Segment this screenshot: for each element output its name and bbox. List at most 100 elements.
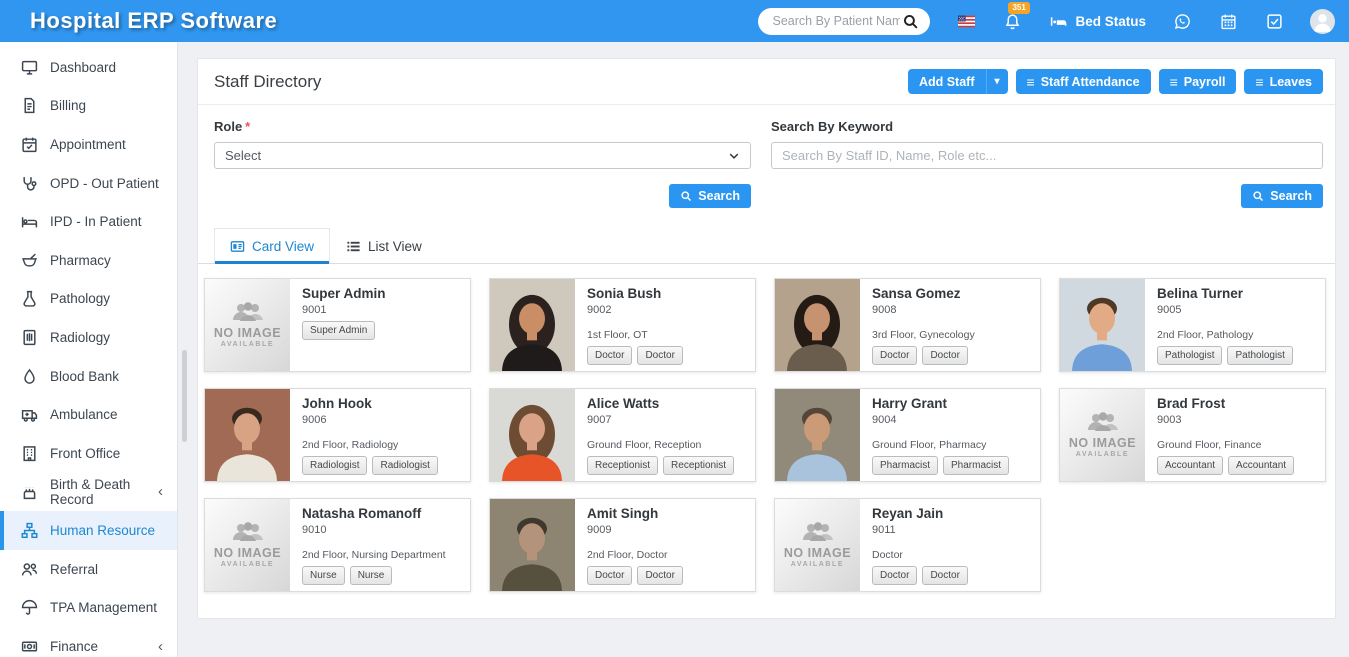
sidebar-item-pharmacy[interactable]: Pharmacy xyxy=(0,241,177,280)
sidebar-item-ambulance[interactable]: Ambulance xyxy=(0,395,177,434)
flask-icon xyxy=(21,290,38,307)
staff-card-9007[interactable]: Alice Watts 9007 Ground Floor, Reception… xyxy=(489,388,756,482)
staff-card-9005[interactable]: Belina Turner 9005 2nd Floor, Pathology … xyxy=(1059,278,1326,372)
sidebar: Dashboard Billing Appointment OPD - Out … xyxy=(0,42,178,657)
staff-card-9010[interactable]: NO IMAGE AVAILABLE Natasha Romanoff 9010… xyxy=(204,498,471,592)
staff-photo xyxy=(490,499,575,591)
role-badge: Doctor xyxy=(637,566,682,585)
staff-role-badges: RadiologistRadiologist xyxy=(302,456,460,475)
required-mark: * xyxy=(245,119,250,134)
staff-name: Sonia Bush xyxy=(587,286,745,301)
role-badge: Doctor xyxy=(872,346,917,365)
chevron-left-icon: ‹ xyxy=(158,638,177,655)
sidebar-item-human-resource[interactable]: Human Resource xyxy=(0,511,177,550)
role-badge: Nurse xyxy=(350,566,393,585)
staff-name: John Hook xyxy=(302,396,460,411)
tab-card-view[interactable]: Card View xyxy=(214,228,330,263)
staff-name: Reyan Jain xyxy=(872,506,1030,521)
sidebar-item-billing[interactable]: Billing xyxy=(0,87,177,126)
language-flag-icon[interactable] xyxy=(956,11,976,31)
staff-card-9001[interactable]: NO IMAGE AVAILABLE Super Admin 9001 Supe… xyxy=(204,278,471,372)
chevron-down-icon xyxy=(728,150,740,162)
search-button-label: Search xyxy=(1270,189,1312,203)
building-icon xyxy=(21,445,38,462)
staff-attendance-button[interactable]: ≡Staff Attendance xyxy=(1016,69,1151,94)
role-badge: Doctor xyxy=(587,566,632,585)
search-button-label: Search xyxy=(698,189,740,203)
role-badge: Doctor xyxy=(637,346,682,365)
role-badge: Doctor xyxy=(922,566,967,585)
sidebar-item-opd-out-patient[interactable]: OPD - Out Patient xyxy=(0,164,177,203)
sidebar-item-appointment[interactable]: Appointment xyxy=(0,125,177,164)
staff-id: 9001 xyxy=(302,304,460,316)
staff-name: Belina Turner xyxy=(1157,286,1315,301)
card-view-label: Card View xyxy=(252,239,314,254)
staff-card-9008[interactable]: Sansa Gomez 9008 3rd Floor, Gynecology D… xyxy=(774,278,1041,372)
keyword-search-input[interactable] xyxy=(771,142,1323,169)
notifications-bell-icon[interactable]: 351 xyxy=(1002,11,1022,31)
search-icon[interactable] xyxy=(900,11,920,31)
sidebar-item-label: Birth & Death Record xyxy=(50,477,158,507)
role-label: Role* xyxy=(214,119,751,134)
role-badge: Radiologist xyxy=(372,456,437,475)
staff-role-badges: DoctorDoctor xyxy=(587,346,745,365)
staff-card-9004[interactable]: Harry Grant 9004 Ground Floor, Pharmacy … xyxy=(774,388,1041,482)
patient-search-input[interactable] xyxy=(772,14,900,28)
staff-id: 9003 xyxy=(1157,414,1315,426)
add-staff-button[interactable]: Add Staff xyxy=(908,69,987,94)
patient-search-box[interactable] xyxy=(758,8,930,35)
staff-card-9006[interactable]: John Hook 9006 2nd Floor, Radiology Radi… xyxy=(204,388,471,482)
staff-name: Super Admin xyxy=(302,286,460,301)
leaves-label: Leaves xyxy=(1270,75,1312,89)
staff-name: Sansa Gomez xyxy=(872,286,1030,301)
keyword-label: Search By Keyword xyxy=(771,119,1323,134)
role-badge: Doctor xyxy=(872,566,917,585)
group-silhouette-icon xyxy=(231,302,265,326)
staff-role-badges: Super Admin xyxy=(302,321,460,340)
payroll-button[interactable]: ≡Payroll xyxy=(1159,69,1237,94)
sidebar-item-pathology[interactable]: Pathology xyxy=(0,280,177,319)
bed-icon xyxy=(1048,11,1068,31)
role-search-button[interactable]: Search xyxy=(669,184,751,208)
sidebar-item-finance[interactable]: Finance ‹ xyxy=(0,627,177,657)
staff-card-9011[interactable]: NO IMAGE AVAILABLE Reyan Jain 9011 Docto… xyxy=(774,498,1041,592)
sidebar-item-referral[interactable]: Referral xyxy=(0,550,177,589)
sidebar-item-label: Radiology xyxy=(50,330,110,345)
sidebar-item-dashboard[interactable]: Dashboard xyxy=(0,48,177,87)
bed-status-link[interactable]: Bed Status xyxy=(1048,11,1146,31)
add-staff-dropdown-toggle[interactable]: ▾ xyxy=(987,69,1008,94)
role-badge: Pathologist xyxy=(1157,346,1222,365)
role-select-value: Select xyxy=(225,148,261,163)
tasks-check-icon[interactable] xyxy=(1264,11,1284,31)
staff-card-9009[interactable]: Amit Singh 9009 2nd Floor, Doctor Doctor… xyxy=(489,498,756,592)
staff-id: 9010 xyxy=(302,524,460,536)
calendar-icon[interactable] xyxy=(1218,11,1238,31)
sidebar-item-birth-death-record[interactable]: Birth & Death Record ‹ xyxy=(0,473,177,512)
staff-card-9003[interactable]: NO IMAGE AVAILABLE Brad Frost 9003 Groun… xyxy=(1059,388,1326,482)
toolbar: Add Staff ▾ ≡Staff Attendance ≡Payroll ≡… xyxy=(908,69,1323,94)
umbrella-icon xyxy=(21,599,38,616)
staff-name: Harry Grant xyxy=(872,396,1030,411)
leaves-button[interactable]: ≡ Leaves xyxy=(1244,69,1323,94)
sidebar-item-label: TPA Management xyxy=(50,600,157,615)
tab-list-view[interactable]: List View xyxy=(330,228,438,263)
staff-location: 2nd Floor, Pathology xyxy=(1157,329,1315,341)
no-image-placeholder: NO IMAGE AVAILABLE xyxy=(1060,389,1145,481)
mortar-icon xyxy=(21,252,38,269)
keyword-search-button[interactable]: Search xyxy=(1241,184,1323,208)
billing-icon xyxy=(21,97,38,114)
sidebar-item-tpa-management[interactable]: TPA Management xyxy=(0,588,177,627)
sidebar-item-label: Dashboard xyxy=(50,60,116,75)
sidebar-item-ipd-in-patient[interactable]: IPD - In Patient xyxy=(0,202,177,241)
staff-card-9002[interactable]: Sonia Bush 9002 1st Floor, OT DoctorDoct… xyxy=(489,278,756,372)
sidebar-item-blood-bank[interactable]: Blood Bank xyxy=(0,357,177,396)
user-avatar[interactable] xyxy=(1310,9,1335,34)
role-badge: Accountant xyxy=(1157,456,1223,475)
sidebar-item-radiology[interactable]: Radiology xyxy=(0,318,177,357)
sidebar-item-label: Human Resource xyxy=(50,523,155,538)
list-icon: ≡ xyxy=(1255,75,1263,89)
whatsapp-icon[interactable] xyxy=(1172,11,1192,31)
cake-icon xyxy=(21,483,38,500)
sidebar-item-front-office[interactable]: Front Office xyxy=(0,434,177,473)
role-select[interactable]: Select xyxy=(214,142,751,169)
